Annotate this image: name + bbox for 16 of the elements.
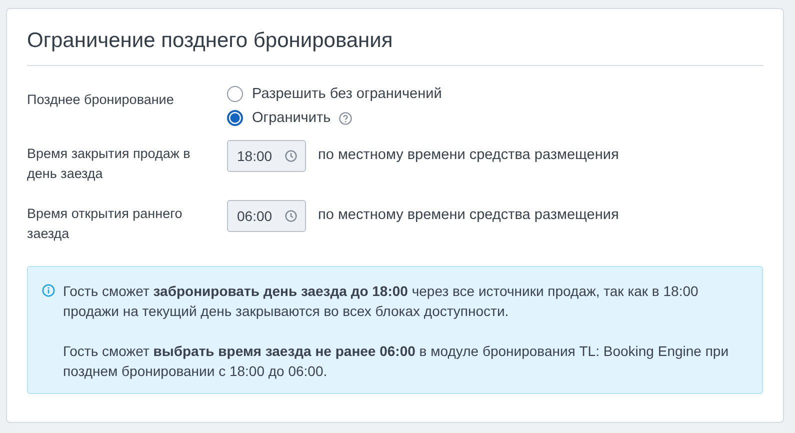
info-icon (42, 284, 55, 297)
radio-option[interactable]: Ограничить (227, 110, 331, 126)
time-note: по местному времени средства размещения (318, 146, 619, 163)
info-text: Гость сможет забронировать день заезда до 18:00 через все источники продаж, так как в 18:00 продажи на текущий день закрываются во всех блоках доступности. (63, 282, 700, 321)
radio-option[interactable]: Разрешить без ограничений (227, 86, 442, 102)
field-label: Время открытия раннего заезда (27, 205, 184, 243)
clock-icon (285, 150, 297, 162)
time-field[interactable]: 06:00 (227, 200, 306, 232)
time-note: по местному времени средства размещения (318, 206, 619, 223)
field-label: Позднее бронирование (27, 91, 175, 109)
field-label: Время закрытия продаж в день заезда (27, 145, 192, 183)
info-text: Гость сможет выбрать время заезда не ранее 06:00 в модуле бронирования TL: Booking Engine при позднем бронировании с 18:00 до 06:00. (63, 342, 730, 381)
help-icon[interactable] (338, 112, 352, 124)
section-title: Ограничение позднего бронирования (27, 28, 394, 54)
clock-icon (285, 210, 297, 222)
time-field[interactable]: 18:00 (227, 140, 306, 172)
